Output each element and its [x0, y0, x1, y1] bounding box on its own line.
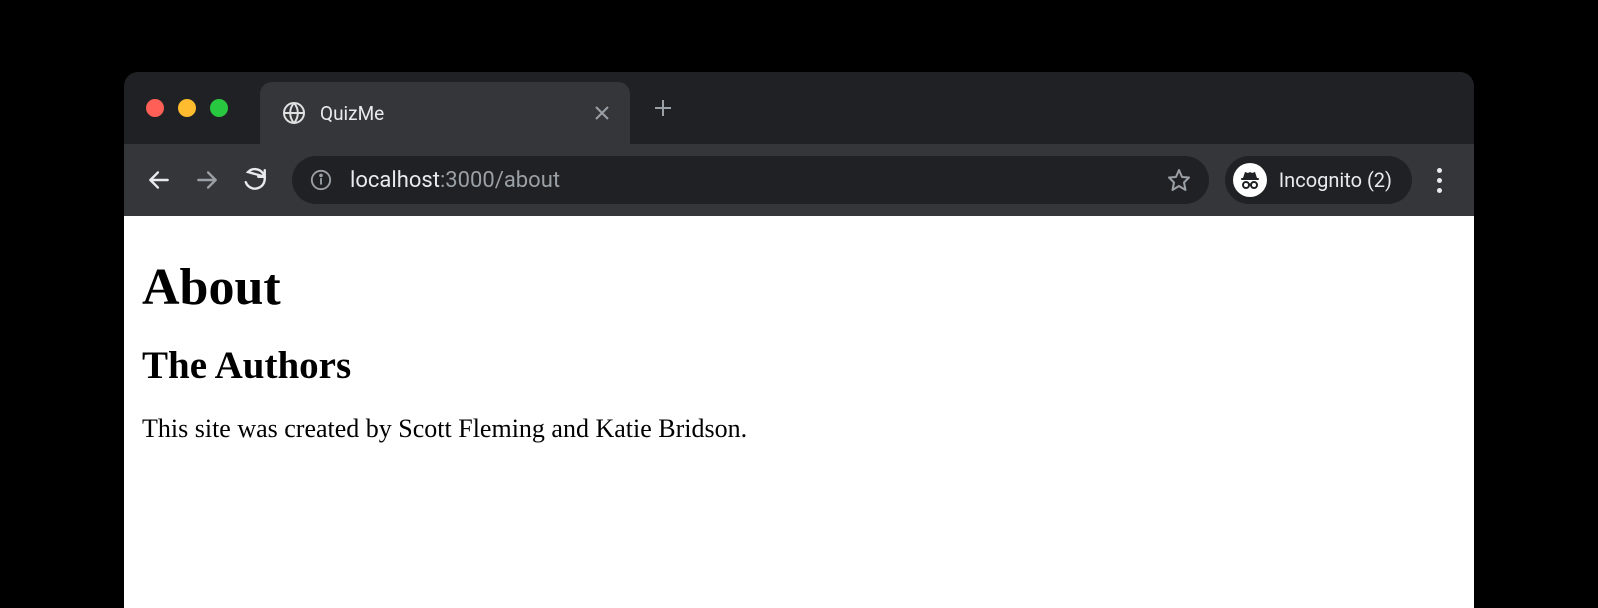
page-subheading: The Authors	[142, 343, 1456, 388]
url-path: /about	[495, 168, 560, 193]
info-icon[interactable]	[310, 169, 332, 191]
page-content: About The Authors This site was created …	[124, 216, 1474, 608]
globe-icon	[282, 101, 306, 125]
incognito-icon	[1233, 163, 1267, 197]
window-controls	[146, 99, 228, 117]
back-button[interactable]	[138, 159, 180, 201]
tab-strip: QuizMe	[124, 72, 1474, 144]
maximize-window-button[interactable]	[210, 99, 228, 117]
tab-title: QuizMe	[320, 102, 590, 125]
toolbar: localhost:3000/about Incognito (2)	[124, 144, 1474, 216]
minimize-window-button[interactable]	[178, 99, 196, 117]
browser-tab[interactable]: QuizMe	[260, 82, 630, 144]
incognito-indicator[interactable]: Incognito (2)	[1225, 156, 1412, 204]
reload-button[interactable]	[234, 159, 276, 201]
forward-button[interactable]	[186, 159, 228, 201]
address-bar[interactable]: localhost:3000/about	[292, 156, 1209, 204]
url-host: localhost	[350, 168, 440, 193]
close-window-button[interactable]	[146, 99, 164, 117]
page-heading: About	[142, 258, 1456, 317]
page-paragraph: This site was created by Scott Fleming a…	[142, 414, 1456, 444]
close-tab-button[interactable]	[590, 101, 614, 125]
browser-window: QuizMe	[124, 72, 1474, 608]
kebab-icon	[1437, 168, 1442, 193]
url-text: localhost:3000/about	[350, 168, 1167, 193]
url-port: :3000	[440, 168, 495, 193]
incognito-label: Incognito (2)	[1279, 168, 1392, 192]
bookmark-star-icon[interactable]	[1167, 168, 1191, 192]
chrome-menu-button[interactable]	[1418, 159, 1460, 201]
new-tab-button[interactable]	[648, 93, 678, 123]
